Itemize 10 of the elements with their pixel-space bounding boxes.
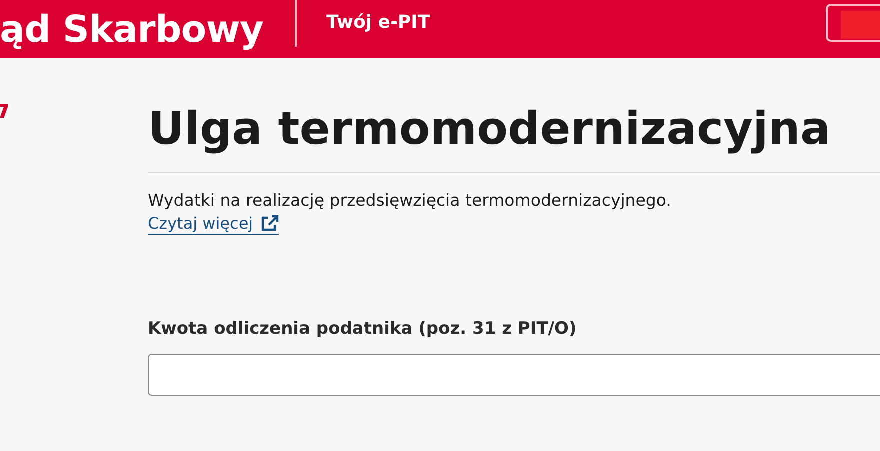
field-label: Kwota odliczenia podatnika (poz. 31 z PIT/O) [148,319,578,339]
description-text: Wydatki na realizację przedsięwzięcia termomodernizacyjnego. [148,191,672,210]
header-button[interactable] [826,4,880,42]
read-more-link[interactable]: Czytaj więcej [148,214,280,235]
brand-name: ąd Skarbowy [0,8,264,50]
step-mark-icon [0,104,8,118]
input-field[interactable] [148,354,880,396]
page-title: Ulga termomodernizacyjna [148,101,832,157]
service-name: Twój e-PIT [326,12,430,32]
external-link-icon [261,215,280,232]
